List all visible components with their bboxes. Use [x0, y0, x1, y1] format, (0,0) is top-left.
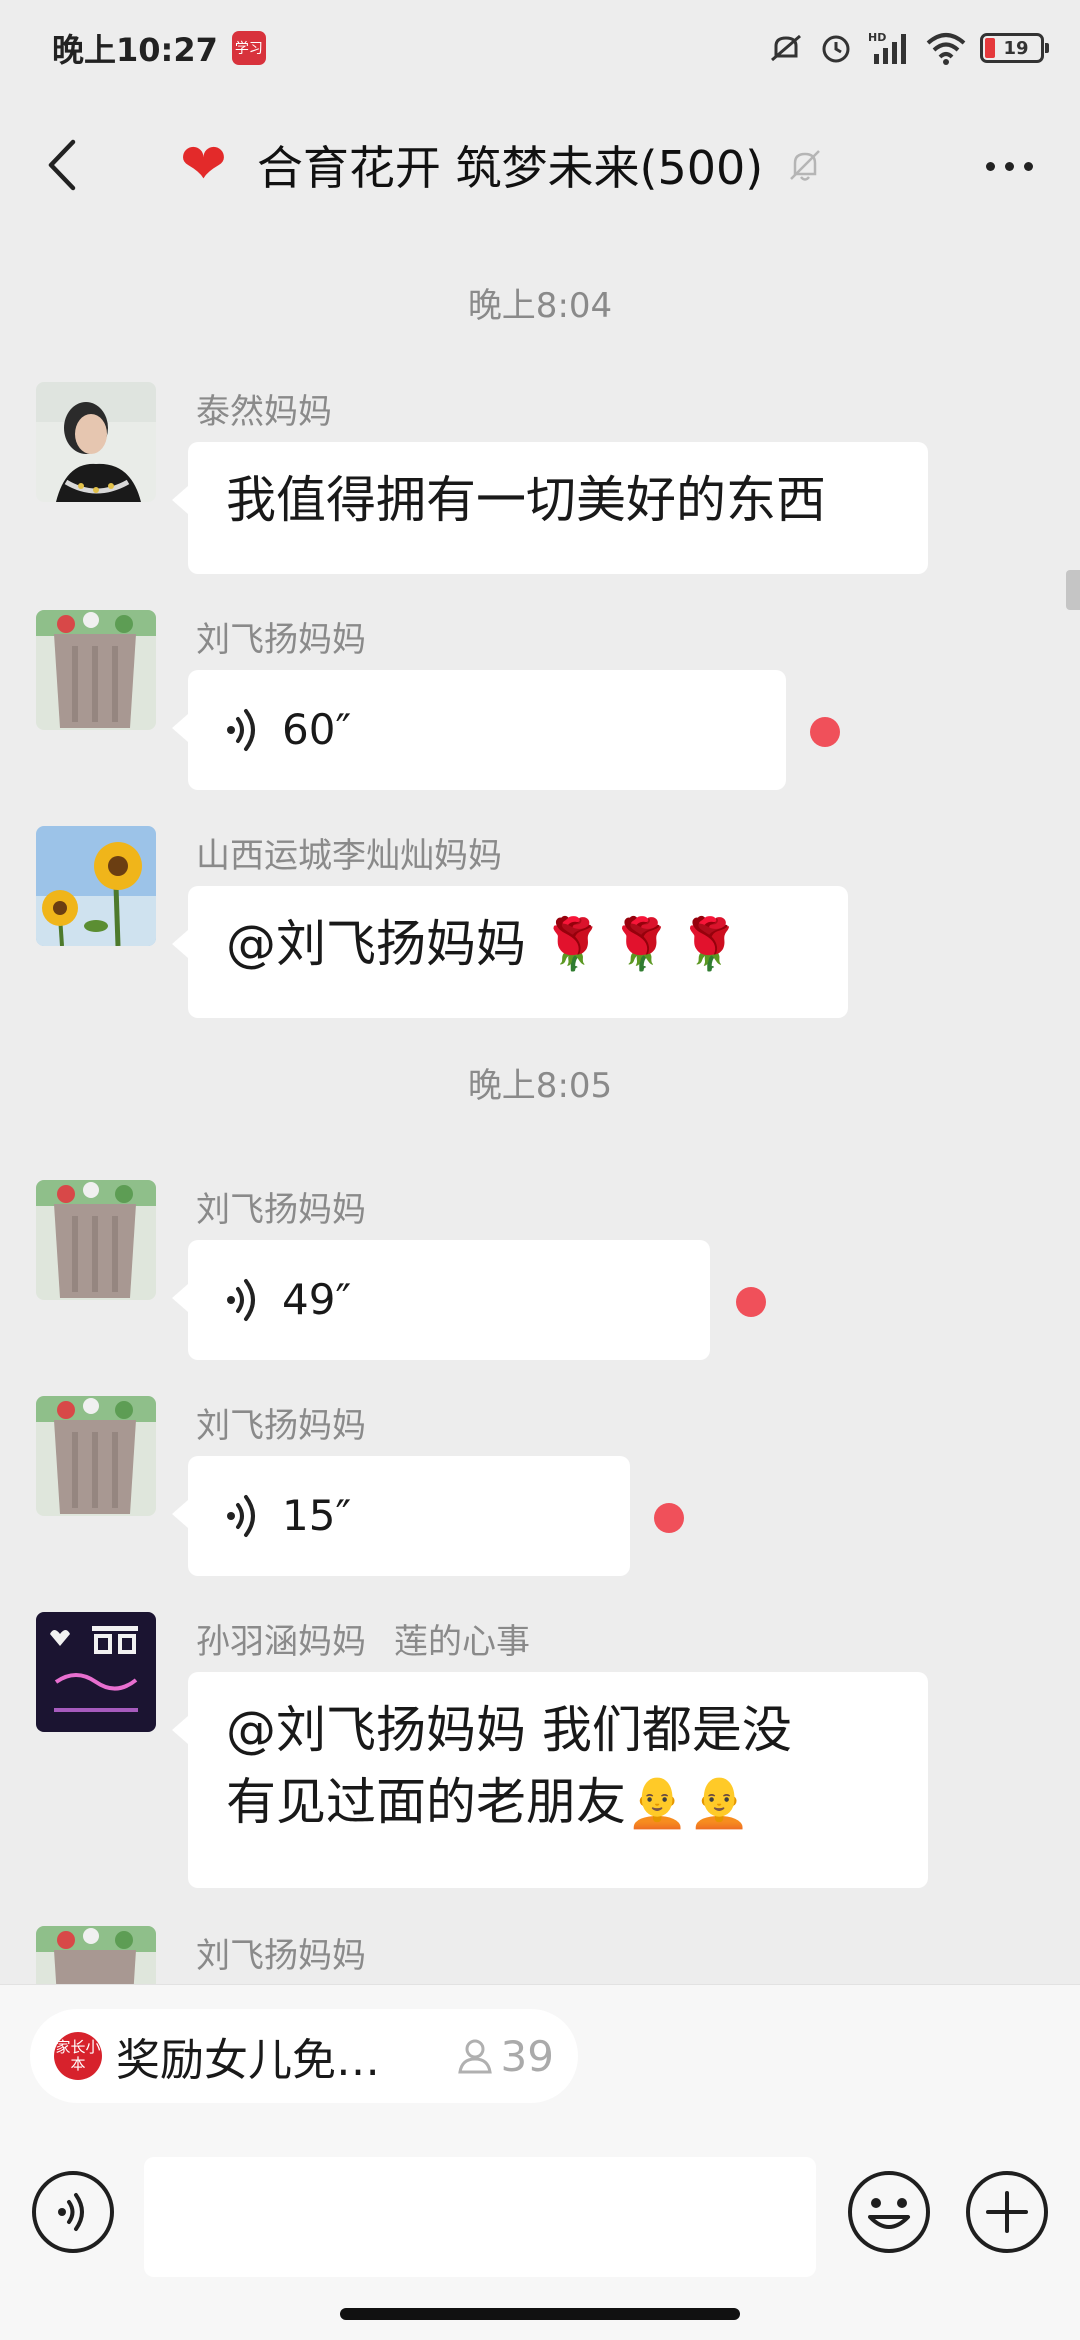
- voice-wave-icon: [58, 2193, 84, 2231]
- message-text: @刘飞扬妈妈: [226, 915, 542, 973]
- group-notice-pill[interactable]: 家长小本 奖励女儿免… 39: [30, 2009, 578, 2103]
- status-time: 晚上10:27: [52, 31, 218, 69]
- more-dot: [1004, 161, 1014, 171]
- voice-message-bubble[interactable]: 60″: [172, 670, 786, 790]
- avatar-image: [36, 1612, 156, 1732]
- more-dot: [1023, 161, 1033, 171]
- heart-icon: ❤: [180, 132, 227, 197]
- text-message-bubble[interactable]: @刘飞扬妈妈 我们都是没 有见过面的老朋友🧑‍🦲🧑‍🦲: [172, 1672, 928, 1888]
- voice-wave-icon: [227, 709, 255, 751]
- battery-level: 19: [1003, 37, 1029, 59]
- message-input[interactable]: [144, 2157, 816, 2277]
- avatar[interactable]: [36, 1612, 156, 1732]
- avatar-image: [36, 1396, 156, 1516]
- back-button[interactable]: [34, 134, 90, 196]
- voice-duration: 60″: [282, 705, 352, 754]
- unread-dot: [736, 1287, 766, 1317]
- sender-name: 刘飞扬妈妈: [196, 1936, 366, 1976]
- sender-name: 刘飞扬妈妈: [196, 620, 366, 660]
- unread-dot: [810, 717, 840, 747]
- message-text-line: 有见过面的老朋友🧑‍🦲🧑‍🦲: [226, 1766, 890, 1838]
- emoji-button[interactable]: [848, 2171, 930, 2253]
- battery-icon: 19: [980, 33, 1049, 63]
- timestamp: 晚上8:04: [467, 286, 613, 326]
- notice-viewer-count: 39: [455, 2032, 554, 2081]
- chevron-left-icon: [48, 139, 76, 191]
- voice-wave-icon: [227, 1279, 255, 1321]
- text-message-bubble[interactable]: @刘飞扬妈妈 🌹🌹🌹: [172, 886, 848, 1018]
- sender-name: 刘飞扬妈妈: [196, 1406, 366, 1446]
- text-message-bubble[interactable]: 我值得拥有一切美好的东西: [172, 442, 928, 574]
- rose-emoji: 🌹🌹🌹: [541, 915, 747, 973]
- wifi-icon: [926, 33, 966, 65]
- bell-off-icon: [790, 150, 821, 181]
- message-text-line: @刘飞扬妈妈 我们都是没: [226, 1701, 792, 1759]
- voice-wave-icon: [227, 1495, 255, 1537]
- page-title: 合育花开 筑梦未来(500): [256, 141, 764, 195]
- input-toolbar: [0, 2151, 1080, 2277]
- avatar[interactable]: [36, 1396, 156, 1516]
- avatar-image: [36, 1180, 156, 1300]
- avatar[interactable]: [36, 1926, 156, 1984]
- voice-message-bubble[interactable]: 15″: [172, 1456, 630, 1576]
- notice-text: 奖励女儿免…: [116, 2035, 380, 2086]
- person-emoji: 🧑‍🦲🧑‍🦲: [626, 1773, 751, 1831]
- app-notification-badge: 学习: [231, 31, 266, 65]
- sender-name: 刘飞扬妈妈: [196, 1190, 366, 1230]
- alarm-icon: [822, 35, 850, 63]
- status-icons: HD 19: [768, 30, 1049, 66]
- mute-vibrate-icon: [771, 34, 801, 62]
- notice-count-value: 39: [500, 2031, 554, 2081]
- message-text: 我值得拥有一切美好的东西: [226, 471, 826, 529]
- person-icon: [457, 2039, 492, 2074]
- avatar[interactable]: [36, 610, 156, 730]
- bottom-panel: 家长小本 奖励女儿免… 39: [0, 1984, 1080, 2340]
- avatar-image: [36, 382, 156, 502]
- voice-input-toggle-button[interactable]: [32, 2171, 114, 2253]
- sender-name-text: 孙羽涵妈妈: [196, 1622, 366, 1662]
- unread-dot: [654, 1503, 684, 1533]
- more-functions-button[interactable]: [966, 2171, 1048, 2253]
- home-indicator[interactable]: [340, 2308, 740, 2320]
- voice-duration: 49″: [282, 1275, 352, 1324]
- message-text: 有见过面的老朋友: [226, 1773, 626, 1831]
- hd-label: HD: [868, 31, 886, 44]
- smiley-icon: [868, 2198, 910, 2229]
- sender-group-nickname: 莲的心事: [394, 1622, 530, 1662]
- chat-message-list[interactable]: 晚上8:04 泰然妈妈 我值得拥有一切美好的东西 刘飞扬妈妈 60″ 山西运城李…: [0, 242, 1080, 1984]
- sender-name: 泰然妈妈: [196, 392, 332, 432]
- signal-hd-icon: HD: [868, 31, 906, 64]
- notice-app-logo: 家长小本: [54, 2032, 102, 2080]
- avatar-image: [36, 826, 156, 946]
- status-bar: 晚上10:27 学习 HD 19: [0, 0, 1080, 96]
- more-dot: [985, 161, 995, 171]
- more-options-button[interactable]: [974, 136, 1044, 196]
- plus-icon: [986, 2191, 1028, 2233]
- voice-duration: 15″: [282, 1491, 352, 1540]
- avatar[interactable]: [36, 1180, 156, 1300]
- avatar-image: [36, 610, 156, 730]
- sender-name: 孙羽涵妈妈 莲的心事: [196, 1614, 530, 1663]
- title-area[interactable]: ❤ 合育花开 筑梦未来(500): [180, 134, 825, 196]
- chat-header: ❤ 合育花开 筑梦未来(500): [0, 96, 1080, 242]
- sender-name: 山西运城李灿灿妈妈: [196, 836, 502, 876]
- battery-fill: [985, 38, 995, 58]
- avatar-image: [36, 1926, 156, 1984]
- voice-message-bubble[interactable]: 49″: [172, 1240, 710, 1360]
- scrollbar-thumb[interactable]: [1066, 570, 1080, 610]
- timestamp: 晚上8:05: [467, 1066, 613, 1106]
- avatar[interactable]: [36, 826, 156, 946]
- avatar[interactable]: [36, 382, 156, 502]
